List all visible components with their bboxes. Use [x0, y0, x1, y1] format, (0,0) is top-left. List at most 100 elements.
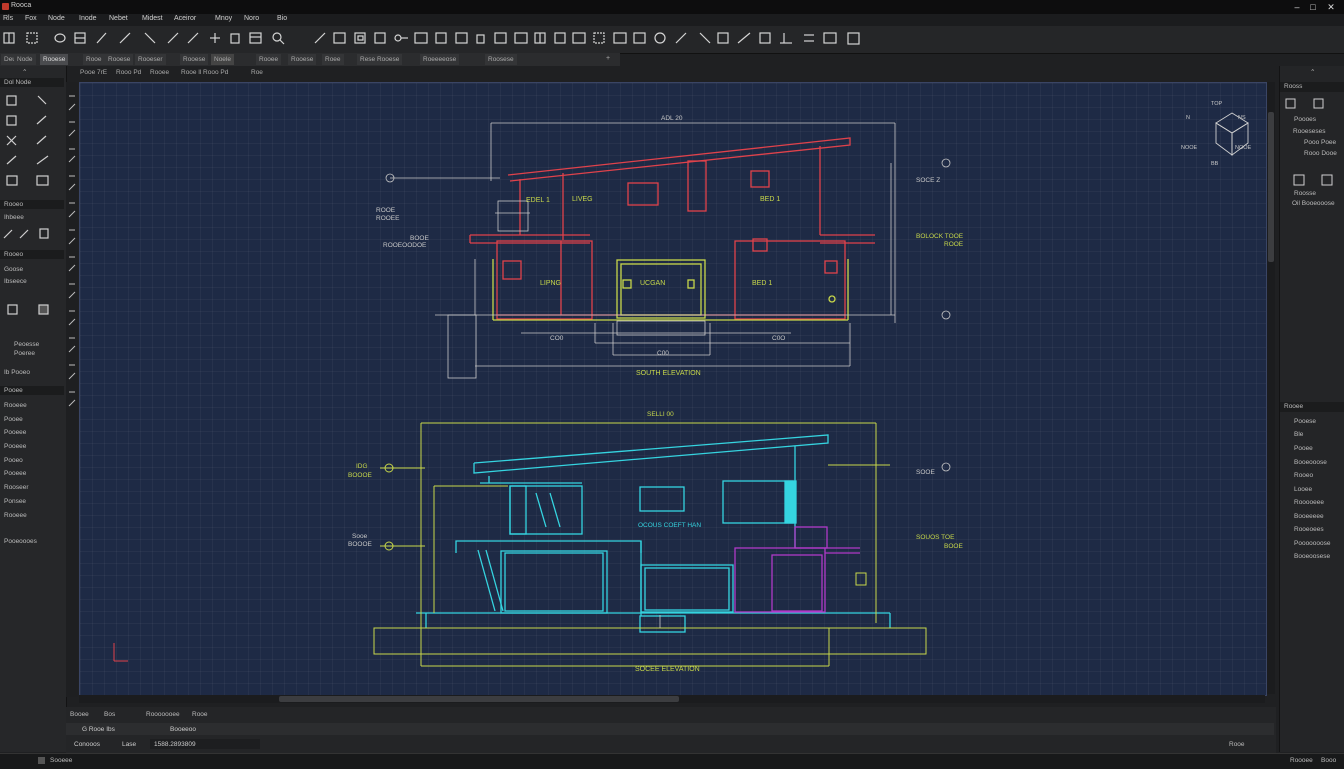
menu-item[interactable]: Rls	[3, 15, 13, 22]
menu-item[interactable]: Bio	[277, 15, 287, 22]
strip-icons[interactable]	[66, 82, 78, 422]
annotation: SOOE	[916, 469, 935, 476]
panel-tool-icons-2[interactable]	[1280, 172, 1344, 188]
menu-item[interactable]: Nebet	[109, 15, 128, 22]
maximize-icon[interactable]: □	[1306, 1, 1320, 13]
horizontal-scrollbar[interactable]	[79, 695, 1265, 703]
subtab[interactable]: Rooee	[150, 69, 169, 76]
panel-title: Rooee	[1284, 403, 1304, 410]
viewcube-top-label[interactable]: TOP	[1211, 101, 1222, 107]
list-item[interactable]: Ponsee	[4, 498, 26, 505]
subtab[interactable]: Pooe 7rE	[80, 69, 107, 76]
tab[interactable]: Rooese	[180, 54, 209, 65]
new-tab-icon[interactable]: +	[606, 55, 610, 62]
list-item[interactable]: Pooeo	[4, 457, 23, 464]
panel-list-item[interactable]: Pooese	[1294, 418, 1316, 425]
menu-item[interactable]: Mnoy	[215, 15, 232, 22]
panel-collapse-icon[interactable]: ⌃	[22, 68, 27, 76]
menu-item[interactable]: Aceiror	[174, 15, 196, 22]
command-tab[interactable]: Booee	[70, 711, 89, 718]
panel-list-item[interactable]: Booeooose	[1294, 459, 1327, 466]
command-tab[interactable]: Rooe	[192, 711, 208, 718]
tab[interactable]: Roosese	[485, 54, 517, 65]
minimize-icon[interactable]: –	[1290, 1, 1304, 13]
tab[interactable]: Rooeser	[135, 54, 166, 65]
upper-section-drawing	[469, 137, 875, 320]
list-item[interactable]: Rooeee	[4, 402, 27, 409]
document-tabs: Deu Node Rooese Rooe Rooese Rooeser Rooe…	[0, 53, 620, 66]
panel-list-item[interactable]: Pooooooose	[1294, 540, 1331, 547]
panel-collapse-icon[interactable]: ⌃	[1310, 68, 1315, 76]
command-tab[interactable]: Bos	[104, 711, 115, 718]
panel-list-item[interactable]: Rooooeee	[1294, 499, 1324, 506]
tab[interactable]: Rooese	[105, 54, 134, 65]
list-item[interactable]: Rooeee	[4, 512, 27, 519]
close-icon[interactable]: ✕	[1324, 1, 1338, 13]
panel-list-item[interactable]: Booeeeee	[1294, 513, 1324, 520]
menu-item[interactable]: Noro	[244, 15, 259, 22]
list-item[interactable]: Pooee	[4, 416, 23, 423]
viewcube-right-label[interactable]: NOOE	[1235, 145, 1251, 151]
vertical-scrollbar[interactable]	[1267, 82, 1275, 694]
tab[interactable]: Rese Rooese	[357, 54, 403, 65]
menu-item[interactable]: Midest	[142, 15, 163, 22]
panel-list-item[interactable]: Booeoosese	[1294, 553, 1330, 560]
viewcube-left-label[interactable]: NOOE	[1181, 145, 1197, 151]
viewcube-west-label[interactable]: N	[1186, 115, 1190, 121]
panel-item[interactable]: Oil Booeooose	[1292, 200, 1335, 207]
subtab[interactable]: Rooe ll Rooo Pd	[181, 69, 228, 76]
tab[interactable]: Rooe	[83, 54, 105, 65]
panel-list-item[interactable]: Rooeo	[1294, 472, 1313, 479]
section-label: Ibseece	[4, 278, 27, 285]
annotation: ROOE	[944, 241, 964, 248]
tab[interactable]: Rooese	[288, 54, 317, 65]
left-tool-icons[interactable]	[0, 90, 64, 190]
drawing-title: SOUTH ELEVATION	[636, 370, 701, 377]
left-tool-icons-3[interactable]	[0, 302, 64, 318]
annotation: BOLOCK TOOE	[916, 233, 964, 240]
toolbar-icons[interactable]	[0, 26, 870, 53]
tab[interactable]: Node	[14, 54, 36, 65]
panel-item[interactable]: Poooes	[1294, 116, 1316, 123]
picture-icon	[374, 32, 386, 44]
pencil-icon	[96, 32, 107, 44]
select-tool-icon	[6, 95, 17, 106]
left-tool-icons-2[interactable]	[0, 226, 64, 242]
tab[interactable]: Roee	[322, 54, 344, 65]
subtab[interactable]: Rooo Pd	[116, 69, 141, 76]
menu-item[interactable]: Fox	[25, 15, 37, 22]
status-icon[interactable]	[38, 757, 45, 764]
panel-list-item[interactable]: Ble	[1294, 431, 1303, 438]
viewcube-east-label[interactable]: NS	[1238, 115, 1246, 121]
tab[interactable]: Roeeeeose	[420, 54, 460, 65]
vertical-toolstrip	[66, 82, 78, 697]
menu-item[interactable]: Node	[48, 15, 65, 22]
list-item[interactable]: Pooeee	[4, 443, 26, 450]
command-right-text: Rooe	[1229, 741, 1245, 748]
room-label: UCGAN	[640, 280, 666, 287]
scroll-thumb[interactable]	[1268, 112, 1274, 262]
tab-active[interactable]: Rooese	[40, 54, 69, 65]
panel-list-item[interactable]: Looee	[1294, 486, 1312, 493]
panel-list-item[interactable]: Pooee	[1294, 445, 1313, 452]
drawing-canvas[interactable]: ADL 20 EDEL 1 LIVEG BED 1 LIPNG UCGAN BE…	[79, 82, 1267, 696]
panel-item[interactable]: Rooeseses	[1293, 128, 1326, 135]
list-item[interactable]: Pooeoooes	[4, 538, 37, 545]
subtab[interactable]: Roe	[251, 69, 263, 76]
menu-item[interactable]: Inode	[79, 15, 97, 22]
scroll-thumb[interactable]	[279, 696, 679, 702]
tab[interactable]: Noele	[211, 54, 234, 65]
brush-icon	[167, 32, 179, 44]
list-item[interactable]: Pooeee	[4, 470, 26, 477]
command-tab[interactable]: Rooooooee	[146, 711, 180, 718]
panel-item[interactable]: Roosse	[1294, 190, 1316, 197]
split-icon	[534, 32, 546, 44]
panel-item[interactable]: Rooo Dooe	[1304, 150, 1337, 157]
panel-list-item[interactable]: Rooeoees	[1294, 526, 1324, 533]
viewcube-bottom-label[interactable]: BB	[1211, 161, 1218, 167]
panel-tool-icons[interactable]	[1280, 96, 1344, 112]
list-item[interactable]: Pooeee	[4, 429, 26, 436]
list-item[interactable]: Rooseer	[4, 484, 29, 491]
panel-item[interactable]: Pooo Poee	[1304, 139, 1336, 146]
tab[interactable]: Rooee	[256, 54, 282, 65]
